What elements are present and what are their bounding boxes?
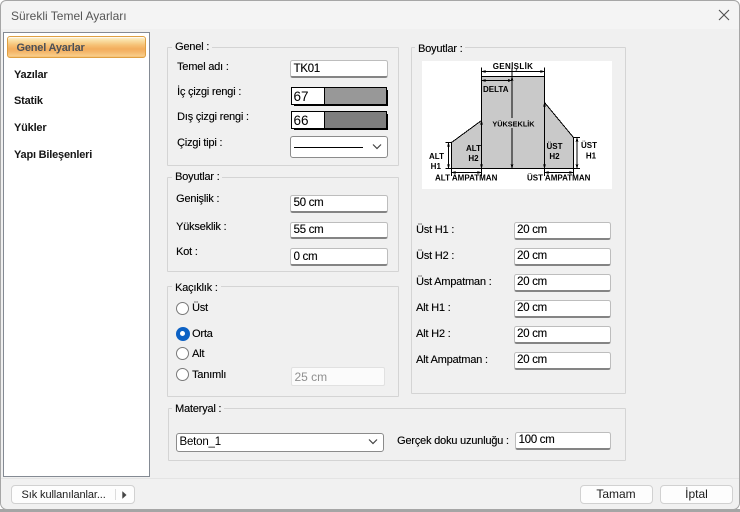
svg-text:ALT: ALT bbox=[429, 152, 444, 161]
svg-text:ÜST: ÜST bbox=[581, 141, 597, 150]
svg-text:YÜKSEKLİK: YÜKSEKLİK bbox=[492, 120, 535, 129]
svg-text:ÜST AMPATMAN: ÜST AMPATMAN bbox=[527, 174, 591, 183]
svg-text:ALT: ALT bbox=[466, 144, 481, 153]
svg-text:H1: H1 bbox=[586, 152, 597, 161]
svg-text:ALT AMPATMAN: ALT AMPATMAN bbox=[435, 174, 498, 183]
svg-text:H2: H2 bbox=[549, 152, 560, 161]
svg-text:ÜST: ÜST bbox=[547, 142, 563, 151]
svg-text:GENİŞLİK: GENİŞLİK bbox=[493, 62, 534, 71]
svg-text:H1: H1 bbox=[431, 162, 442, 171]
svg-text:H2: H2 bbox=[468, 154, 479, 163]
svg-text:DELTA: DELTA bbox=[483, 85, 509, 94]
